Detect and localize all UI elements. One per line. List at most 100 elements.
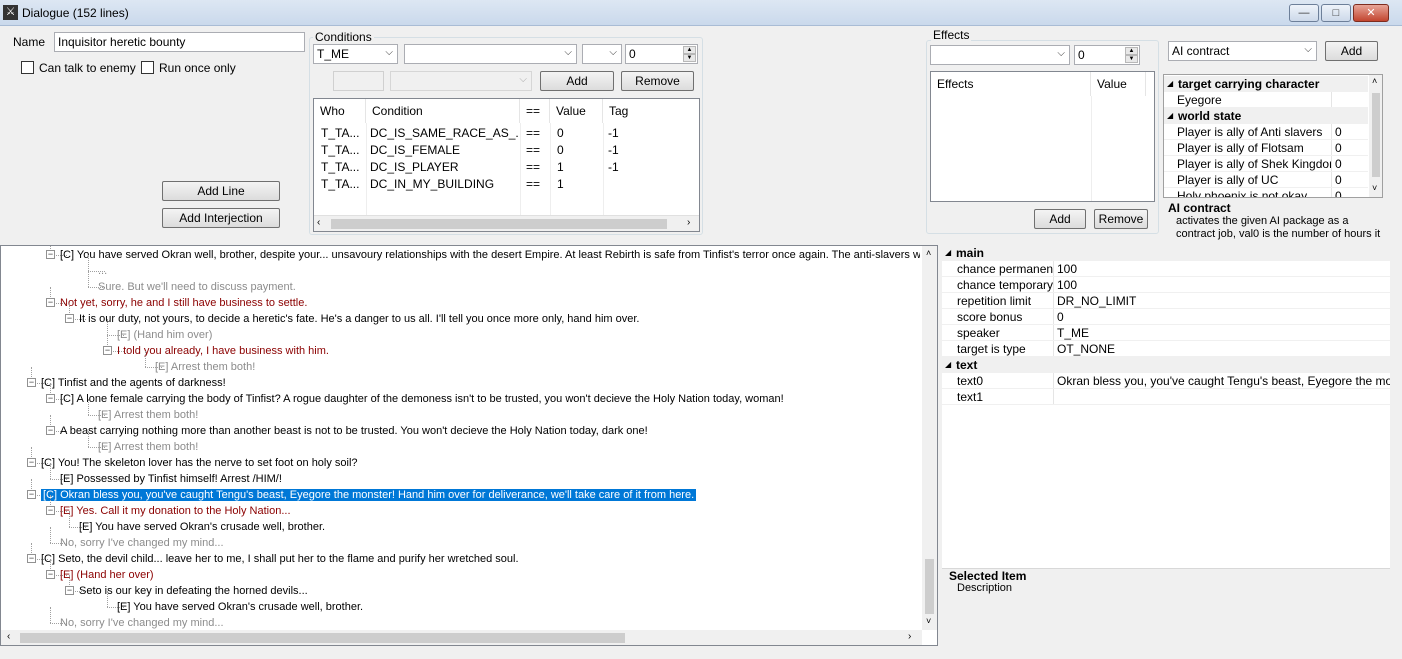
tree-node[interactable]: No, sorry I've changed my mind... <box>60 535 224 551</box>
conditions-hscrollbar[interactable]: ‹ › <box>314 215 699 231</box>
who-combo[interactable]: T_ME ⌵ <box>313 44 398 64</box>
pg-row[interactable]: chance temporary 100 <box>942 277 1390 293</box>
pg-category[interactable]: ◢ main <box>942 245 1390 261</box>
dialogue-tree[interactable]: − [C] You have served Okran well, brother… <box>0 245 938 646</box>
pg-row[interactable]: Player is ally of Flotsam 0 <box>1164 140 1368 156</box>
tree-node[interactable]: [E] (Hand him over) <box>117 327 212 343</box>
scroll-down-icon[interactable]: ˅ <box>926 616 931 626</box>
tree-node[interactable]: [E] You have served Okran's crusade well… <box>79 519 325 535</box>
close-button[interactable]: ✕ <box>1353 4 1389 22</box>
pg-row[interactable]: Holy phoenix is not okay 0 <box>1164 188 1368 197</box>
effect-value-spinner[interactable]: 0 ▲ ▼ <box>1074 45 1140 65</box>
pg-row[interactable]: repetition limit DR_NO_LIMIT <box>942 293 1390 309</box>
collapse-icon[interactable]: − <box>27 378 36 387</box>
tree-node[interactable]: [C] Tinfist and the agents of darkness! <box>41 375 226 391</box>
can-talk-enemy-checkbox[interactable] <box>21 61 34 74</box>
column-op[interactable]: == <box>520 99 550 123</box>
minimize-button[interactable]: — <box>1289 4 1319 22</box>
tree-node[interactable]: [C] You have served Okran well, brother,… <box>60 247 920 263</box>
spin-up-icon[interactable]: ▲ <box>683 46 696 54</box>
scroll-down-icon[interactable]: ˅ <box>1372 183 1377 193</box>
tree-node-selected[interactable]: [C] Okran bless you, you've caught Tengu… <box>41 487 697 503</box>
collapse-icon[interactable]: ◢ <box>945 245 951 261</box>
scroll-thumb[interactable] <box>925 559 934 614</box>
name-input[interactable]: Inquisitor heretic bounty <box>54 32 305 52</box>
tree-node[interactable]: [E] Possessed by Tinfist himself! Arrest… <box>60 471 282 487</box>
pg-category[interactable]: ◢ world state <box>1164 108 1368 124</box>
column-effect-value[interactable]: Value <box>1091 72 1146 96</box>
ai-property-grid[interactable]: ◢ target carrying character Eyegore ◢ worl… <box>1163 74 1383 198</box>
add-line-button[interactable]: Add Line <box>162 181 280 201</box>
condition-combo[interactable]: ⌵ <box>404 44 577 64</box>
tree-node[interactable]: [E] Arrest them both! <box>98 439 198 455</box>
pg-row[interactable]: text1 <box>942 389 1390 405</box>
scroll-thumb[interactable] <box>331 219 667 229</box>
add-interjection-button[interactable]: Add Interjection <box>162 208 280 228</box>
tree-node[interactable]: [E] Arrest them both! <box>155 359 255 375</box>
tree-node[interactable]: A beast carrying nothing more than anoth… <box>60 423 648 439</box>
tree-node[interactable]: Seto is our key in defeating the horned … <box>79 583 308 599</box>
scroll-thumb[interactable] <box>1372 93 1380 177</box>
scroll-thumb[interactable] <box>20 633 625 643</box>
column-tag[interactable]: Tag <box>603 99 699 123</box>
tree-node[interactable]: Sure. But we'll need to discuss payment. <box>98 279 296 295</box>
tree-node[interactable]: [E] (Hand her over) <box>60 567 154 583</box>
collapse-icon[interactable]: ◢ <box>945 357 951 373</box>
effects-list[interactable]: Effects Value <box>930 71 1155 202</box>
collapse-icon[interactable]: ◢ <box>1167 108 1173 124</box>
pg-row[interactable]: speaker T_ME <box>942 325 1390 341</box>
tree-node[interactable]: [C] A lone female carrying the body of T… <box>60 391 784 407</box>
ai-package-combo[interactable]: AI contract ⌵ <box>1168 41 1317 61</box>
pg-row[interactable]: chance permanent 100 <box>942 261 1390 277</box>
collapse-icon[interactable]: − <box>46 394 55 403</box>
add-ai-button[interactable]: Add <box>1325 41 1378 61</box>
scroll-left-icon[interactable]: ‹ <box>7 631 10 642</box>
collapse-icon[interactable]: − <box>65 586 74 595</box>
spin-down-icon[interactable]: ▼ <box>1125 55 1138 63</box>
scroll-up-icon[interactable]: ˄ <box>926 248 931 258</box>
effect-combo[interactable]: ⌵ <box>930 45 1070 65</box>
tree-node[interactable]: [C] Seto, the devil child... leave her t… <box>41 551 519 567</box>
condition-value-spinner[interactable]: 0 ▲ ▼ <box>625 44 698 64</box>
add-condition-button[interactable]: Add <box>540 71 614 91</box>
conditions-list[interactable]: Who Condition == Value Tag T_TA... DC_IS… <box>313 98 700 232</box>
collapse-icon[interactable]: − <box>27 458 36 467</box>
maximize-button[interactable]: □ <box>1321 4 1351 22</box>
tree-node[interactable]: [E] Yes. Call it my donation to the Holy… <box>60 503 291 519</box>
node-property-grid[interactable]: ◢ main chance permanent 100 chance tempor… <box>942 245 1390 568</box>
collapse-icon[interactable]: − <box>46 298 55 307</box>
pg-category[interactable]: ◢ text <box>942 357 1390 373</box>
column-effects[interactable]: Effects <box>931 72 1091 96</box>
run-once-checkbox[interactable] <box>141 61 154 74</box>
pg-row[interactable]: Player is ally of UC 0 <box>1164 172 1368 188</box>
collapse-icon[interactable]: − <box>46 250 55 259</box>
ai-vscrollbar[interactable]: ˄ ˅ <box>1369 75 1382 197</box>
collapse-icon[interactable]: − <box>46 570 55 579</box>
pg-row[interactable]: Eyegore <box>1164 92 1368 108</box>
tree-node[interactable]: No, sorry I've changed my mind... <box>60 615 224 631</box>
remove-effect-button[interactable]: Remove <box>1094 209 1148 229</box>
collapse-icon[interactable]: − <box>27 490 36 499</box>
add-effect-button[interactable]: Add <box>1034 209 1086 229</box>
tree-node[interactable]: ... <box>98 263 107 279</box>
collapse-icon[interactable]: ◢ <box>1167 76 1173 92</box>
column-value[interactable]: Value <box>550 99 603 123</box>
pg-row[interactable]: score bonus 0 <box>942 309 1390 325</box>
tree-node[interactable]: [E] Arrest them both! <box>98 407 198 423</box>
scroll-left-icon[interactable]: ‹ <box>317 217 320 228</box>
tree-node[interactable]: [E] You have served Okran's crusade well… <box>117 599 363 615</box>
collapse-icon[interactable]: − <box>46 506 55 515</box>
tree-node[interactable]: It is our duty, not yours, to decide a h… <box>79 311 639 327</box>
tree-node[interactable]: I told you already, I have business with… <box>117 343 329 359</box>
collapse-icon[interactable]: − <box>27 554 36 563</box>
pg-row[interactable]: text0 Okran bless you, you've caught Ten… <box>942 373 1390 389</box>
pg-row[interactable]: Player is ally of Anti slavers 0 <box>1164 124 1368 140</box>
tree-node[interactable]: Not yet, sorry, he and I still have busi… <box>60 295 307 311</box>
scroll-right-icon[interactable]: › <box>687 217 690 228</box>
scroll-up-icon[interactable]: ˄ <box>1372 76 1377 86</box>
operator-combo[interactable]: ⌵ <box>582 44 622 64</box>
remove-condition-button[interactable]: Remove <box>621 71 694 91</box>
pg-row[interactable]: target is type OT_NONE <box>942 341 1390 357</box>
pg-category[interactable]: ◢ target carrying character <box>1164 76 1368 92</box>
column-who[interactable]: Who <box>314 99 366 123</box>
